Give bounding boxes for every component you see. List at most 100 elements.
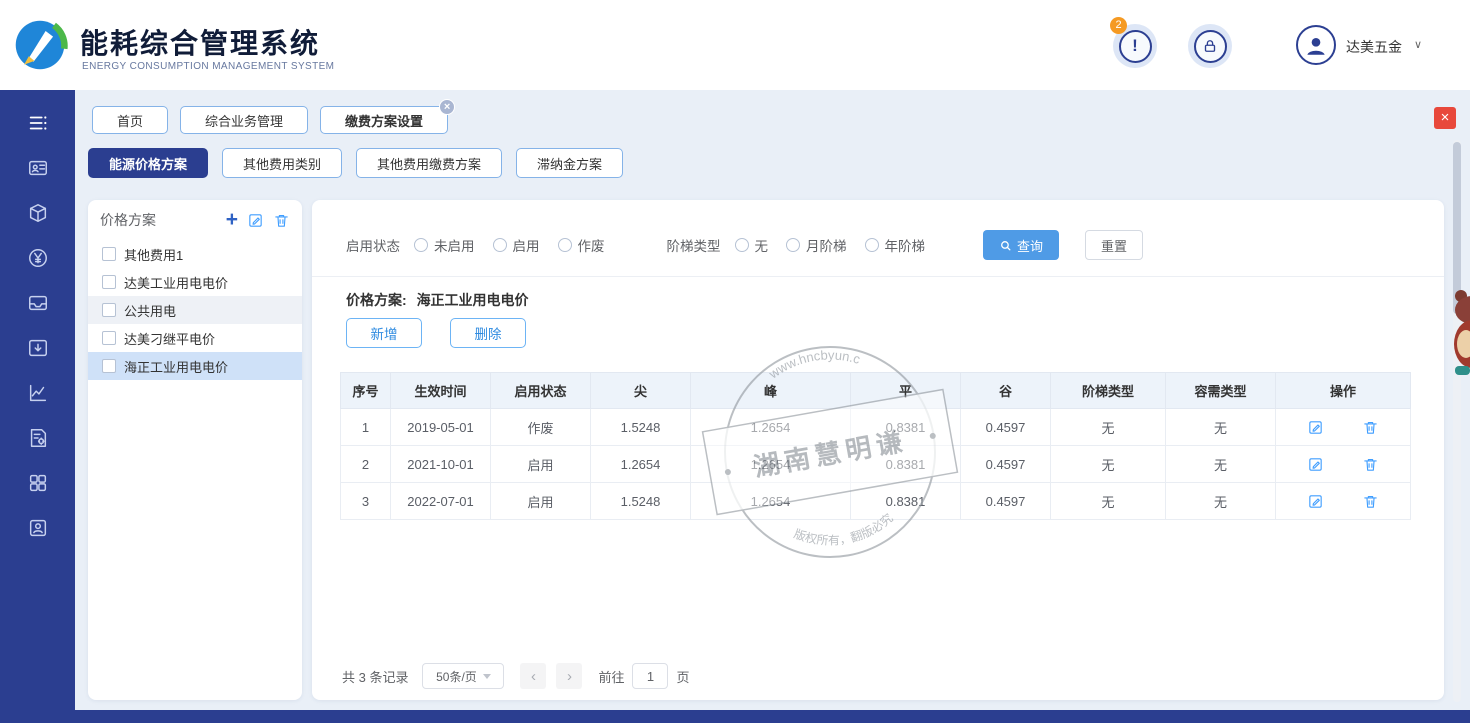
query-button[interactable]: 查询 (983, 230, 1059, 260)
radio-label: 启用 (513, 235, 540, 255)
table-cell: 无 (1166, 446, 1276, 483)
status-radio-option[interactable]: 未启用 (414, 235, 475, 255)
table-cell: 0.8381 (851, 409, 961, 446)
scrollbar-track[interactable] (1453, 140, 1461, 702)
badge-icon[interactable] (0, 505, 75, 550)
sub-tab-4[interactable]: 滞纳金方案 (516, 148, 623, 178)
download-icon[interactable] (0, 325, 75, 370)
table-header-row: 序号生效时间启用状态尖峰平谷阶梯类型容需类型操作 (341, 373, 1411, 409)
sub-tab-1[interactable]: 能源价格方案 (88, 148, 208, 178)
price-plan-header: 价格方案 + (88, 200, 302, 240)
user-avatar[interactable] (1296, 25, 1336, 65)
app-title: 能耗综合管理系统 (80, 22, 320, 62)
notification-badge: 2 (1110, 17, 1127, 34)
table-cell: 无 (1051, 483, 1166, 520)
notification-button[interactable]: ! 2 (1113, 24, 1157, 68)
radio-icon (786, 238, 800, 252)
total-records: 共 3 条记录 (342, 667, 408, 686)
mascot-widget[interactable] (1448, 286, 1470, 378)
page-number-input[interactable] (632, 663, 668, 689)
table-actions: 新增 删除 (346, 318, 526, 348)
inbox-icon[interactable] (0, 280, 75, 325)
chart-icon[interactable] (0, 370, 75, 415)
checkbox[interactable] (102, 247, 116, 261)
currency-icon[interactable] (0, 235, 75, 280)
delete-row-button[interactable] (1362, 493, 1379, 510)
tab-label: 能源价格方案 (109, 154, 187, 173)
column-header: 平 (851, 373, 961, 409)
sub-tab-2[interactable]: 其他费用类别 (222, 148, 342, 178)
breadcrumb-tab-1[interactable]: 首页 (92, 106, 168, 134)
ladder-radio-option[interactable]: 无 (735, 235, 769, 255)
app-logo-icon (12, 17, 68, 73)
table-cell: 2022-07-01 (391, 483, 491, 520)
plan-item-label: 海正工业用电电价 (124, 357, 228, 376)
checkbox[interactable] (102, 359, 116, 373)
person-icon (1303, 32, 1329, 58)
user-name[interactable]: 达美五金 (1346, 37, 1402, 57)
close-page-button[interactable]: × (1434, 107, 1456, 129)
add-plan-button[interactable]: + (226, 211, 238, 229)
table-cell: 无 (1166, 483, 1276, 520)
page-suffix: 页 (676, 667, 689, 686)
radio-icon (493, 238, 507, 252)
plan-list-item[interactable]: 其他费用1 (88, 240, 302, 268)
add-button-label: 新增 (371, 323, 398, 343)
status-radio-option[interactable]: 作废 (558, 235, 605, 255)
table-cell: 2 (341, 446, 391, 483)
edit-row-button[interactable] (1307, 493, 1324, 510)
delete-plan-button[interactable] (273, 212, 290, 229)
edit-row-button[interactable] (1307, 419, 1324, 436)
tab-close-badge[interactable]: × (439, 99, 455, 115)
delete-row-button[interactable] (1362, 419, 1379, 436)
sub-tab-3[interactable]: 其他费用缴费方案 (356, 148, 502, 178)
plan-list-item[interactable]: 达美刁继平电价 (88, 324, 302, 352)
table-cell: 1.2654 (591, 446, 691, 483)
next-page-button[interactable]: › (556, 663, 582, 689)
table-cell: 无 (1166, 409, 1276, 446)
current-plan-line: 价格方案: 海正工业用电电价 (346, 290, 529, 310)
status-radio-option[interactable]: 启用 (493, 235, 540, 255)
prev-page-button[interactable]: ‹ (520, 663, 546, 689)
plan-item-label: 公共用电 (124, 301, 176, 320)
table-cell: 0.8381 (851, 446, 961, 483)
delete-button[interactable]: 删除 (450, 318, 526, 348)
radio-icon (414, 238, 428, 252)
lock-icon (1194, 30, 1227, 63)
lock-button[interactable] (1188, 24, 1232, 68)
radio-label: 月阶梯 (806, 235, 847, 255)
reset-button-label: 重置 (1101, 236, 1127, 255)
operation-cell (1276, 409, 1411, 446)
radio-icon (735, 238, 749, 252)
package-icon[interactable] (0, 190, 75, 235)
table-cell: 0.4597 (961, 446, 1051, 483)
checkbox[interactable] (102, 331, 116, 345)
plan-list-item[interactable]: 海正工业用电电价 (88, 352, 302, 380)
report-config-icon[interactable] (0, 415, 75, 460)
price-table: 序号生效时间启用状态尖峰平谷阶梯类型容需类型操作 12019-05-01作废1.… (340, 372, 1410, 520)
checkbox[interactable] (102, 303, 116, 317)
edit-plan-button[interactable] (247, 212, 264, 229)
breadcrumb-tab-3[interactable]: 缴费方案设置× (320, 106, 448, 134)
delete-row-button[interactable] (1362, 456, 1379, 473)
tab-label: 首页 (117, 111, 143, 130)
menu-icon[interactable] (0, 100, 75, 145)
edit-row-button[interactable] (1307, 456, 1324, 473)
radio-icon (558, 238, 572, 252)
chevron-down-icon[interactable]: ∨ (1414, 38, 1422, 51)
plan-list-item[interactable]: 达美工业用电电价 (88, 268, 302, 296)
sub-tabs: 能源价格方案 其他费用类别其他费用缴费方案滞纳金方案 (88, 148, 623, 178)
page-size-select[interactable]: 50条/页 (422, 663, 504, 689)
reset-button[interactable]: 重置 (1085, 230, 1143, 260)
ladder-radio-option[interactable]: 年阶梯 (865, 235, 926, 255)
add-button[interactable]: 新增 (346, 318, 422, 348)
status-options: 未启用 启用作废 (414, 235, 623, 255)
id-card-icon[interactable] (0, 145, 75, 190)
ladder-radio-option[interactable]: 月阶梯 (786, 235, 847, 255)
app-subtitle: ENERGY CONSUMPTION MANAGEMENT SYSTEM (82, 61, 334, 72)
breadcrumb-tab-2[interactable]: 综合业务管理 (180, 106, 308, 134)
radio-label: 无 (755, 235, 769, 255)
plan-list-item[interactable]: 公共用电 (88, 296, 302, 324)
checkbox[interactable] (102, 275, 116, 289)
apps-grid-icon[interactable] (0, 460, 75, 505)
